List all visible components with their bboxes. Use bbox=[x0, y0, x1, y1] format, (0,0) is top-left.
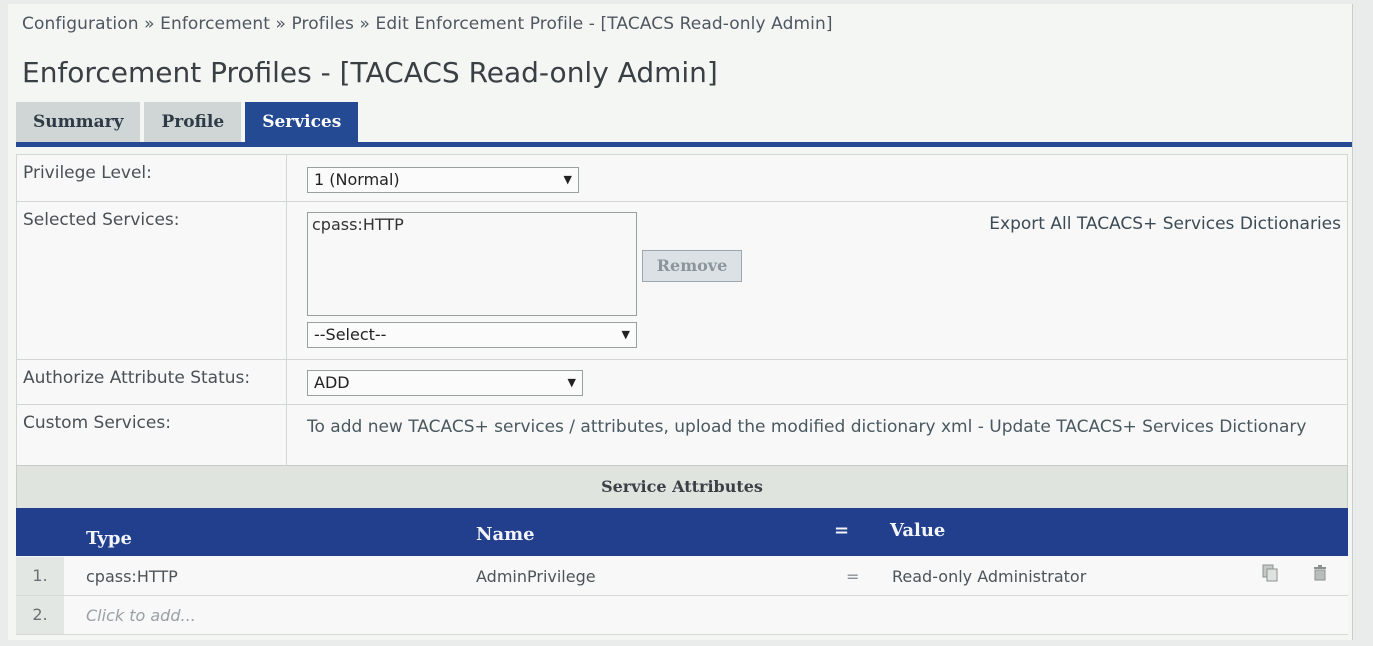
chevron-down-icon: ▼ bbox=[567, 376, 576, 389]
tab-services[interactable]: Services bbox=[245, 102, 359, 142]
click-to-add[interactable]: Click to add... bbox=[86, 606, 196, 625]
enforcement-profile-page: Configuration » Enforcement » Profiles »… bbox=[8, 4, 1353, 640]
privilege-level-label: Privilege Level: bbox=[17, 155, 287, 201]
remove-button[interactable]: Remove bbox=[642, 250, 742, 282]
authorize-status-row: Authorize Attribute Status: ADD ▼ bbox=[16, 359, 1348, 405]
row-number: 1. bbox=[16, 557, 64, 595]
column-name: Name bbox=[476, 524, 535, 545]
tab-summary[interactable]: Summary bbox=[16, 102, 141, 142]
authorize-status-value: ADD bbox=[314, 373, 350, 392]
row-name: AdminPrivilege bbox=[476, 567, 596, 586]
page-title: Enforcement Profiles - [TACACS Read-only… bbox=[22, 56, 718, 89]
privilege-level-value: 1 (Normal) bbox=[314, 170, 400, 189]
privilege-level-select[interactable]: 1 (Normal) ▼ bbox=[307, 167, 579, 193]
authorize-status-select[interactable]: ADD ▼ bbox=[307, 370, 583, 396]
custom-services-row: Custom Services: To add new TACACS+ serv… bbox=[16, 404, 1348, 468]
chevron-down-icon: ▼ bbox=[621, 328, 630, 341]
service-select-value: --Select-- bbox=[314, 325, 387, 344]
column-value: Value bbox=[890, 520, 946, 541]
row-number: 2. bbox=[16, 596, 64, 634]
selected-services-row: Selected Services: cpass:HTTP Remove --S… bbox=[16, 201, 1348, 360]
list-item[interactable]: cpass:HTTP bbox=[312, 215, 632, 234]
tab-underline bbox=[16, 142, 1352, 147]
row-type: cpass:HTTP bbox=[86, 567, 178, 586]
tab-bar: Summary Profile Services bbox=[16, 102, 359, 142]
copy-icon[interactable] bbox=[1260, 563, 1280, 583]
selected-services-label: Selected Services: bbox=[17, 202, 287, 359]
row-value: Read-only Administrator bbox=[892, 567, 1087, 586]
selected-services-list[interactable]: cpass:HTTP bbox=[307, 212, 637, 316]
custom-services-text[interactable]: To add new TACACS+ services / attributes… bbox=[307, 413, 1317, 442]
attributes-table-header: Type Name = Value bbox=[16, 508, 1348, 556]
service-attributes-title: Service Attributes bbox=[16, 465, 1348, 509]
breadcrumb[interactable]: Configuration » Enforcement » Profiles »… bbox=[22, 14, 833, 34]
export-dictionaries-link[interactable]: Export All TACACS+ Services Dictionaries bbox=[989, 214, 1341, 234]
tab-profile[interactable]: Profile bbox=[144, 102, 242, 142]
chevron-down-icon: ▼ bbox=[563, 173, 572, 186]
table-row[interactable]: 1. cpass:HTTP AdminPrivilege = Read-only… bbox=[16, 557, 1348, 596]
row-equals: = bbox=[846, 567, 860, 586]
column-type: Type bbox=[86, 528, 132, 549]
column-equals: = bbox=[834, 520, 850, 541]
custom-services-label: Custom Services: bbox=[17, 405, 287, 467]
service-select[interactable]: --Select-- ▼ bbox=[307, 322, 637, 348]
privilege-level-row: Privilege Level: 1 (Normal) ▼ bbox=[16, 154, 1348, 202]
table-row-add[interactable]: 2. Click to add... bbox=[16, 596, 1348, 635]
authorize-status-label: Authorize Attribute Status: bbox=[17, 360, 287, 404]
trash-icon[interactable] bbox=[1310, 563, 1330, 583]
